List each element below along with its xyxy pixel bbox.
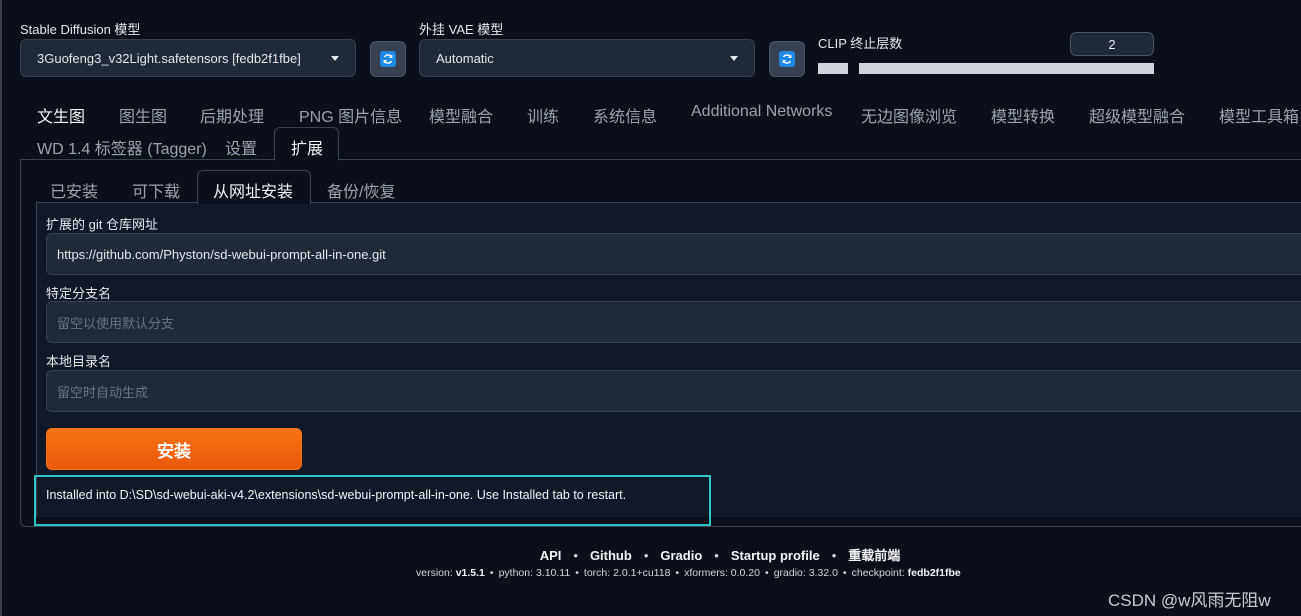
footer-links: API • Github • Gradio • Startup profile • 重载前端 <box>0 545 1301 564</box>
git-url-label: 扩展的 git 仓库网址 <box>46 217 158 232</box>
python-version: 3.10.11 <box>535 567 571 579</box>
subtab-backup-restore[interactable]: 备份/恢复 <box>327 178 395 202</box>
csdn-watermark: CSDN @w风雨无阻w <box>1108 591 1271 610</box>
tab-model-convert[interactable]: 模型转换 <box>991 103 1055 127</box>
tab-system-info[interactable]: 系统信息 <box>593 103 657 127</box>
sd-model-select[interactable]: 3Guofeng3_v32Light.safetensors [fedb2f1f… <box>20 39 356 77</box>
footer-github-link[interactable]: Github <box>590 548 632 563</box>
chevron-down-icon <box>331 55 339 61</box>
torch-version: 2.0.1+cu118 <box>613 567 671 579</box>
clip-skip-slider-filled[interactable] <box>818 63 848 74</box>
footer-api-link[interactable]: API <box>540 548 562 563</box>
clip-skip-input[interactable]: 2 <box>1070 32 1154 56</box>
tab-txt2img[interactable]: 文生图 <box>37 103 85 127</box>
separator-dot: • <box>714 548 719 563</box>
separator-dot: • <box>573 548 578 563</box>
dir-name-input[interactable]: 留空时自动生成 <box>46 370 1301 412</box>
version-label: version: <box>416 567 453 579</box>
chevron-down-icon <box>730 55 738 61</box>
vae-select[interactable]: Automatic <box>419 39 755 77</box>
vae-label: 外挂 VAE 模型 <box>419 22 504 37</box>
clip-skip-label: CLIP 终止层数 <box>818 36 903 51</box>
tab-png-info[interactable]: PNG 图片信息 <box>299 103 402 127</box>
gradio-version: 3.32.0 <box>808 567 838 579</box>
footer-versions: version: v1.5.1 • python: 3.10.11 • torch: 2… <box>416 567 961 579</box>
subtab-install-from-url[interactable]: 从网址安装 <box>213 178 293 202</box>
separator-dot: • <box>675 567 680 579</box>
install-result-text: Installed into D:\SD\sd-webui-aki-v4.2\e… <box>46 488 627 502</box>
tab-settings[interactable]: 设置 <box>225 135 257 159</box>
sd-model-label: Stable Diffusion 模型 <box>20 22 141 37</box>
tab-additional-networks[interactable]: Additional Networks <box>691 103 832 121</box>
subtab-installed[interactable]: 已安装 <box>50 178 98 202</box>
vae-value: Automatic <box>436 50 494 66</box>
separator-dot: • <box>831 548 837 563</box>
gradio-label: gradio: <box>773 567 806 579</box>
separator-dot: • <box>842 567 847 579</box>
branch-input[interactable]: 留空以使用默认分支 <box>46 301 1301 343</box>
sd-model-value: 3Guofeng3_v32Light.safetensors [fedb2f1f… <box>37 50 301 66</box>
tab-image-browser[interactable]: 无边图像浏览 <box>861 103 957 127</box>
refresh-icon <box>380 51 396 67</box>
torch-label: torch: <box>583 567 611 579</box>
tab-extensions[interactable]: 扩展 <box>291 135 323 159</box>
subtab-available[interactable]: 可下载 <box>132 178 180 202</box>
sd-model-refresh-button[interactable] <box>370 41 406 77</box>
tab-img2img[interactable]: 图生图 <box>119 103 167 127</box>
separator-dot: • <box>643 548 649 563</box>
branch-label: 特定分支名 <box>46 286 112 301</box>
tab-merge[interactable]: 模型融合 <box>429 103 493 127</box>
separator-dot: • <box>765 567 769 579</box>
clip-skip-slider-track[interactable] <box>859 63 1154 74</box>
tab-extras[interactable]: 后期处理 <box>200 103 264 127</box>
xformers-version: 0.0.20 <box>730 567 760 579</box>
install-button[interactable]: 安装 <box>46 428 302 470</box>
tab-train[interactable]: 训练 <box>527 103 559 127</box>
tab-tagger[interactable]: WD 1.4 标签器 (Tagger) <box>37 135 207 159</box>
footer-gradio-link[interactable]: Gradio <box>660 548 702 563</box>
dir-name-label: 本地目录名 <box>46 354 112 369</box>
footer-startup-profile-link[interactable]: Startup profile <box>731 548 820 563</box>
python-label: python: <box>498 567 534 579</box>
version-value: v1.5.1 <box>455 567 485 579</box>
separator-dot: • <box>575 567 579 579</box>
refresh-icon <box>779 51 795 67</box>
tab-model-toolkit[interactable]: 模型工具箱 <box>1219 103 1299 127</box>
git-url-input[interactable]: https://github.com/Physton/sd-webui-prom… <box>46 233 1301 275</box>
footer-reload-ui-link[interactable]: 重载前端 <box>848 548 900 563</box>
checkpoint-hash[interactable]: fedb2f1fbe <box>908 567 961 579</box>
checkpoint-label: checkpoint: <box>851 567 905 579</box>
separator-dot: • <box>489 567 494 579</box>
window-edge <box>0 0 2 616</box>
vae-refresh-button[interactable] <box>769 41 805 77</box>
tab-super-merger[interactable]: 超级模型融合 <box>1089 103 1185 127</box>
xformers-label: xformers: <box>684 567 728 579</box>
